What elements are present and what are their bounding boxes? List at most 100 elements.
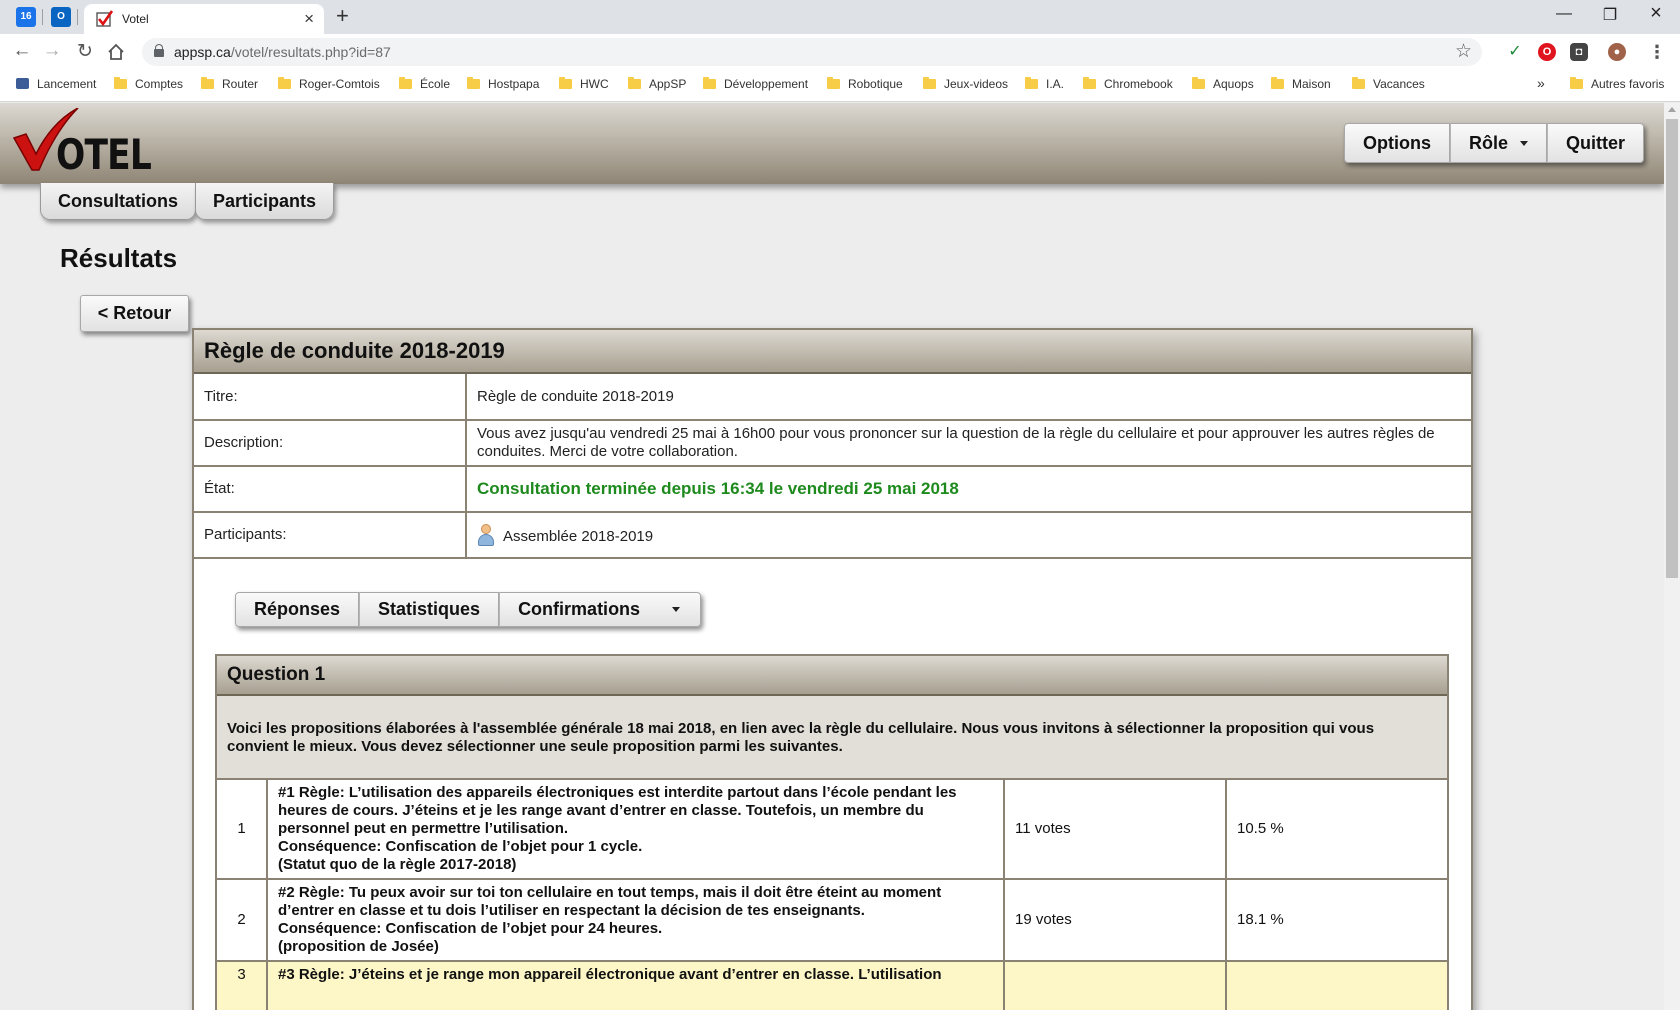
page-scrollbar[interactable]: [1664, 103, 1680, 1010]
bookmark-router[interactable]: Router: [201, 77, 258, 91]
tab-participants[interactable]: Participants: [195, 183, 335, 220]
bookmark-label: Hostpapa: [488, 77, 540, 91]
bookmark-hwc[interactable]: HWC: [559, 77, 609, 91]
browser-tab-strip: 16 O Votel × + — ❐ ×: [0, 0, 1680, 34]
bookmark-label: Chromebook: [1104, 77, 1173, 91]
proposal-text: #1 Règle: L’utilisation des appareils él…: [267, 780, 1005, 880]
back-arrow-icon[interactable]: ←: [10, 40, 34, 62]
bookmark-robotique[interactable]: Robotique: [827, 77, 903, 91]
page-viewport: OTEL Options Rôle Quitter Consultations …: [0, 103, 1680, 1010]
home-icon[interactable]: [106, 42, 126, 62]
proposal-row: 2 #2 Règle: Tu peux avoir sur toi ton ce…: [217, 879, 1447, 962]
bookmark-jeux-videos[interactable]: Jeux-videos: [923, 77, 1008, 91]
tab-consultations[interactable]: Consultations: [40, 183, 196, 220]
bookmarks-overflow-icon[interactable]: »: [1537, 75, 1545, 91]
quit-button[interactable]: Quitter: [1547, 123, 1645, 163]
proposal-percent: 10.5 %: [1226, 780, 1447, 880]
window-close-icon[interactable]: ×: [1636, 2, 1676, 25]
folder-icon: [114, 77, 127, 89]
browser-menu-icon[interactable]: ⋮: [1648, 43, 1666, 61]
bookmark-other-favorites[interactable]: Autres favoris: [1570, 77, 1664, 91]
participants-value: Assemblée 2018-2019: [503, 528, 654, 545]
state-cell: Consultation terminée depuis 16:34 le ve…: [466, 466, 1471, 513]
bookmark-ia[interactable]: I.A.: [1025, 77, 1064, 91]
info-row-title: Titre: Règle de conduite 2018-2019: [194, 374, 1471, 421]
bookmark-vacances[interactable]: Vacances: [1352, 77, 1425, 91]
tab-statistics[interactable]: Statistiques: [359, 592, 500, 627]
extension-check-icon[interactable]: ✓: [1506, 43, 1524, 61]
state-label: État:: [194, 466, 467, 513]
close-tab-icon[interactable]: ×: [304, 9, 314, 29]
bookmark-roger-comtois[interactable]: Roger-Comtois: [278, 77, 380, 91]
consultation-info-table: Titre: Règle de conduite 2018-2019 Descr…: [194, 374, 1471, 559]
main-nav: Consultations Participants: [40, 183, 335, 220]
restore-icon[interactable]: ❐: [1590, 5, 1630, 25]
folder-icon: [827, 77, 840, 89]
url-text[interactable]: appsp.ca/votel/resultats.php?id=87: [174, 44, 391, 60]
tab-votel[interactable]: Votel ×: [84, 4, 324, 34]
tab-separator: [42, 9, 43, 25]
scroll-up-arrow-icon[interactable]: [1668, 107, 1676, 112]
back-button[interactable]: < Retour: [80, 295, 189, 332]
new-tab-icon[interactable]: +: [336, 3, 349, 29]
forward-arrow-icon[interactable]: →: [40, 40, 64, 62]
reload-icon[interactable]: ↻: [73, 40, 97, 63]
folder-icon: [1083, 77, 1096, 89]
browser-toolbar: ← → ↻ appsp.ca/votel/resultats.php?id=87…: [0, 34, 1680, 70]
bookmark-label: Jeux-videos: [944, 77, 1009, 91]
role-dropdown[interactable]: Rôle: [1450, 123, 1548, 163]
proposal-rule: #1 Règle: L’utilisation des appareils él…: [278, 784, 957, 837]
url-host: appsp.ca: [174, 44, 231, 60]
confirmations-label: Confirmations: [518, 599, 641, 619]
bookmark-ecole[interactable]: École: [399, 77, 450, 91]
bookmark-chromebook[interactable]: Chromebook: [1083, 77, 1173, 91]
folder-icon: [923, 77, 936, 89]
proposal-number: 3: [217, 961, 268, 1010]
outlook-tab-icon[interactable]: O: [51, 7, 71, 27]
votel-logo[interactable]: OTEL: [12, 108, 152, 179]
proposal-row: 1 #1 Règle: L’utilisation des appareils …: [217, 780, 1447, 880]
proposal-consequence: Conséquence: Confiscation de l’objet pou…: [278, 920, 663, 937]
address-bar[interactable]: appsp.ca/votel/resultats.php?id=87 ☆: [142, 38, 1482, 66]
bookmark-label: Robotique: [848, 77, 903, 91]
role-label: Rôle: [1469, 132, 1509, 153]
tab-confirmations[interactable]: Confirmations: [499, 592, 702, 627]
bookmarks-bar: Lancement Comptes Router Roger-Comtois É…: [0, 70, 1680, 102]
bookmark-appsp[interactable]: AppSP: [628, 77, 686, 91]
bookmark-comptes[interactable]: Comptes: [114, 77, 183, 91]
question-intro: Voici les propositions élaborées à l'ass…: [217, 696, 1447, 780]
bookmark-star-icon[interactable]: ☆: [1455, 40, 1472, 63]
bookmark-hostpapa[interactable]: Hostpapa: [467, 77, 539, 91]
calendar-tab-icon[interactable]: 16: [16, 7, 36, 27]
logo-text: OTEL: [56, 130, 152, 179]
bookmark-label: Roger-Comtois: [299, 77, 380, 91]
bookmark-label: Maison: [1292, 77, 1331, 91]
bookmark-lancement[interactable]: Lancement: [16, 77, 96, 91]
bookmark-developpement[interactable]: Développement: [703, 77, 808, 91]
bookmark-aquops[interactable]: Aquops: [1192, 77, 1254, 91]
proposal-text: #3 Règle: J’éteins et je range mon appar…: [267, 961, 1005, 1010]
bookmark-label: Aquops: [1213, 77, 1254, 91]
votel-check-icon: [96, 10, 114, 27]
header-button-group: Options Rôle Quitter: [1344, 123, 1645, 163]
minimize-icon[interactable]: —: [1544, 5, 1584, 23]
bookmark-label: Développement: [724, 77, 809, 91]
participants-cell: Assemblée 2018-2019: [466, 512, 1471, 559]
extension-opera-icon[interactable]: O: [1538, 43, 1556, 61]
tab-responses[interactable]: Réponses: [235, 592, 360, 627]
scroll-thumb[interactable]: [1666, 119, 1678, 578]
question-panel: Question 1 Voici les propositions élabor…: [215, 654, 1449, 1010]
extension-shield-icon[interactable]: ◘: [1570, 43, 1588, 61]
title-label: Titre:: [194, 374, 467, 421]
proposal-row-highlighted: 3 #3 Règle: J’éteins et je range mon app…: [217, 961, 1447, 1010]
state-value: Consultation terminée depuis 16:34 le ve…: [477, 478, 959, 498]
tab-title: Votel: [122, 12, 149, 26]
info-row-participants: Participants: Assemblée 2018-2019: [194, 512, 1471, 559]
tab-separator: [77, 9, 78, 25]
info-row-state: État: Consultation terminée depuis 16:34…: [194, 466, 1471, 513]
bookmark-maison[interactable]: Maison: [1271, 77, 1331, 91]
consultation-header: Règle de conduite 2018-2019: [194, 330, 1471, 374]
bookmark-label: HWC: [580, 77, 609, 91]
options-button[interactable]: Options: [1344, 123, 1450, 163]
profile-avatar[interactable]: ●: [1608, 43, 1626, 61]
